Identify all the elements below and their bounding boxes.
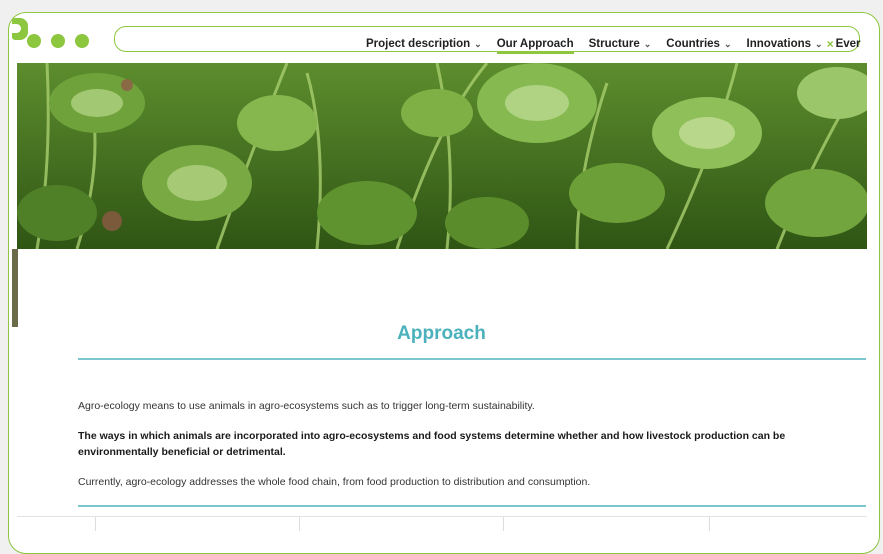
nav-item-structure[interactable]: Structure ⌄ <box>589 38 652 50</box>
page-title: Approach <box>397 322 486 344</box>
site-logo-icon[interactable] <box>12 18 28 40</box>
window-controls <box>27 34 89 48</box>
divider <box>78 505 866 507</box>
column-divider <box>709 517 710 531</box>
chevron-down-icon: ⌄ <box>474 38 482 49</box>
nav-item-label: Our Approach <box>496 38 574 50</box>
nav-item-label: Structure <box>588 38 640 50</box>
nav-item-label: Ever <box>835 38 861 50</box>
nav-item-our-approach[interactable]: Our Approach <box>496 38 574 54</box>
footer-columns <box>17 516 867 531</box>
main-navigation: Project description ⌄ Our Approach Struc… <box>366 34 861 54</box>
close-icon[interactable]: × <box>827 37 834 51</box>
nav-item-events[interactable]: Ever <box>836 38 861 50</box>
chevron-down-icon: ⌄ <box>815 38 823 49</box>
nav-item-project-description[interactable]: Project description ⌄ <box>366 38 482 50</box>
nav-item-countries[interactable]: Countries ⌄ <box>666 38 731 50</box>
column-divider <box>95 517 96 531</box>
chevron-down-icon: ⌄ <box>643 38 652 49</box>
column-divider <box>299 517 300 531</box>
window-dot-icon[interactable] <box>27 34 41 48</box>
hero-image <box>17 63 867 249</box>
side-strip <box>12 249 18 327</box>
divider <box>78 358 866 360</box>
nav-item-innovations[interactable]: Innovations ⌄ <box>747 38 823 50</box>
chevron-down-icon: ⌄ <box>723 38 732 49</box>
paragraph-intro: Agro-ecology means to use animals in agr… <box>78 399 535 412</box>
nav-item-label: Innovations <box>746 38 812 50</box>
paragraph-food-chain: Currently, agro-ecology addresses the wh… <box>78 475 591 488</box>
window-dot-icon[interactable] <box>75 34 89 48</box>
paragraph-emphasis: The ways in which animals are incorporat… <box>78 429 786 458</box>
column-divider <box>503 517 504 531</box>
nav-item-label: Countries <box>666 38 720 50</box>
window-dot-icon[interactable] <box>51 34 65 48</box>
nav-item-label: Project description <box>366 38 471 50</box>
clover-field-illustration <box>17 63 867 249</box>
